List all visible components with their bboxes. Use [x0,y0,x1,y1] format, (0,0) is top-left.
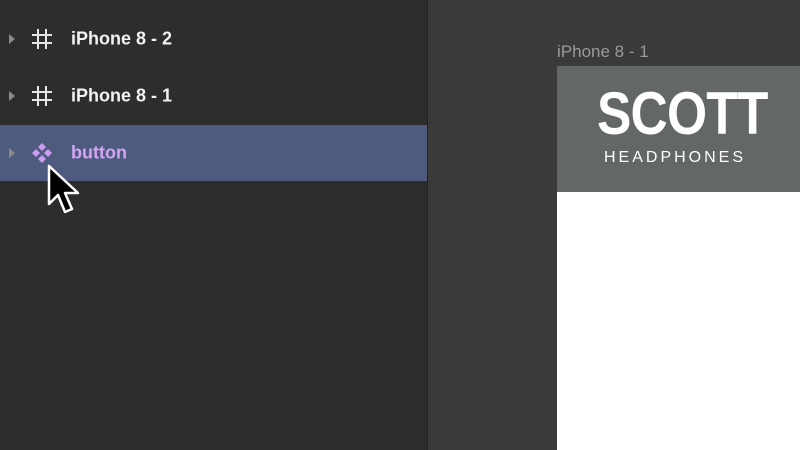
disclosure-triangle-icon[interactable] [9,148,15,158]
layer-row-iphone-8-1[interactable]: iPhone 8 - 1 [0,68,427,124]
canvas[interactable]: iPhone 8 - 1 SCOTT HEADPHONES [428,0,800,450]
layer-label: button [71,142,127,163]
disclosure-triangle-icon[interactable] [9,91,15,101]
artboard-hash-icon [32,29,52,49]
layers-panel: iPhone 8 - 2 iPhone 8 - 1 button [0,0,427,450]
header-bar[interactable]: SCOTT HEADPHONES [557,66,800,192]
artboard-hash-icon [32,86,52,106]
logo-wordmark: SCOTT [597,80,768,147]
component-diamond-icon [32,143,52,163]
layer-label: iPhone 8 - 1 [71,85,173,106]
layer-row-iphone-8-2[interactable]: iPhone 8 - 2 [0,11,427,67]
disclosure-triangle-icon[interactable] [9,34,15,44]
artboard-title[interactable]: iPhone 8 - 1 [557,42,649,62]
logo-subtitle: HEADPHONES [604,149,747,166]
layer-label: iPhone 8 - 2 [71,28,173,49]
artboard[interactable]: SCOTT HEADPHONES [557,66,800,450]
mouse-cursor-icon [47,164,80,214]
